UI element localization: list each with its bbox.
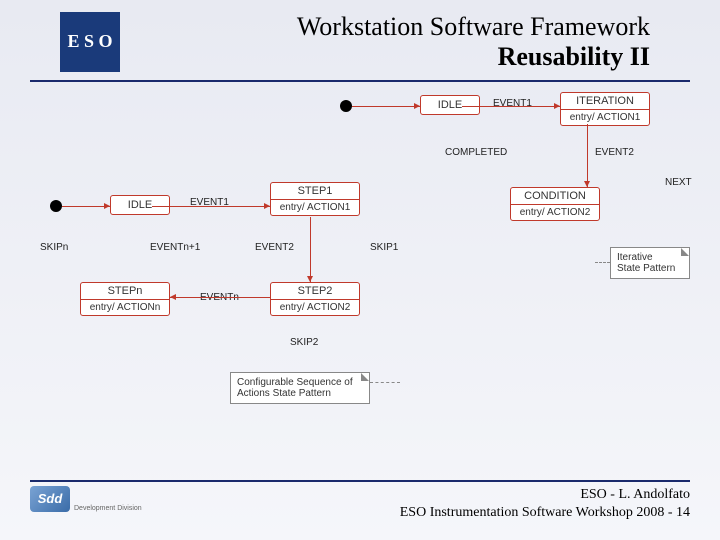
footer-text: ESO - L. Andolfato ESO Instrumentation S… <box>400 486 690 522</box>
initial-state-dot-left <box>50 200 62 212</box>
state-step1: STEP1 entry/ ACTION1 <box>270 182 360 216</box>
label-skipn: SKIPn <box>40 242 68 253</box>
label-next: NEXT <box>665 177 692 188</box>
footer-event: ESO Instrumentation Software Workshop 20… <box>400 504 690 522</box>
label-event1-top: EVENT1 <box>493 98 532 109</box>
slide-footer: Sdd Development Division ESO - L. Andolf… <box>30 480 690 522</box>
state-condition: CONDITION entry/ ACTION2 <box>510 187 600 221</box>
sdd-logo: Sdd <box>30 486 70 512</box>
state-idle-top: IDLE <box>420 95 480 115</box>
state-idle-2: IDLE <box>110 195 170 215</box>
note-configurable-sequence: Configurable Sequence of Actions State P… <box>230 372 370 404</box>
title-line1: Workstation Software Framework <box>297 12 650 42</box>
state-diagram: IDLE EVENT1 ITERATION entry/ ACTION1 COM… <box>30 92 690 452</box>
initial-state-dot-top <box>340 100 352 112</box>
eso-logo: E S O <box>60 12 120 72</box>
eso-logo-text: E S O <box>67 32 112 52</box>
slide-header: E S O Workstation Software Framework Reu… <box>30 0 690 82</box>
label-skip1: SKIP1 <box>370 242 398 253</box>
label-event2: EVENT2 <box>595 147 634 158</box>
state-iteration: ITERATION entry/ ACTION1 <box>560 92 650 126</box>
label-skip2: SKIP2 <box>290 337 318 348</box>
title-block: Workstation Software Framework Reusabili… <box>297 12 650 72</box>
state-stepn: STEPn entry/ ACTIONn <box>80 282 170 316</box>
footer-logo-area: Sdd Development Division <box>30 486 142 512</box>
label-eventn1: EVENTn+1 <box>150 242 200 253</box>
state-step2: STEP2 entry/ ACTION2 <box>270 282 360 316</box>
note-iterative-pattern: Iterative State Pattern <box>610 247 690 279</box>
title-line2: Reusability II <box>297 42 650 72</box>
footer-author: ESO - L. Andolfato <box>400 486 690 504</box>
sdd-subtext: Development Division <box>74 505 142 512</box>
label-completed: COMPLETED <box>445 147 507 158</box>
label-event12: EVENT2 <box>255 242 294 253</box>
